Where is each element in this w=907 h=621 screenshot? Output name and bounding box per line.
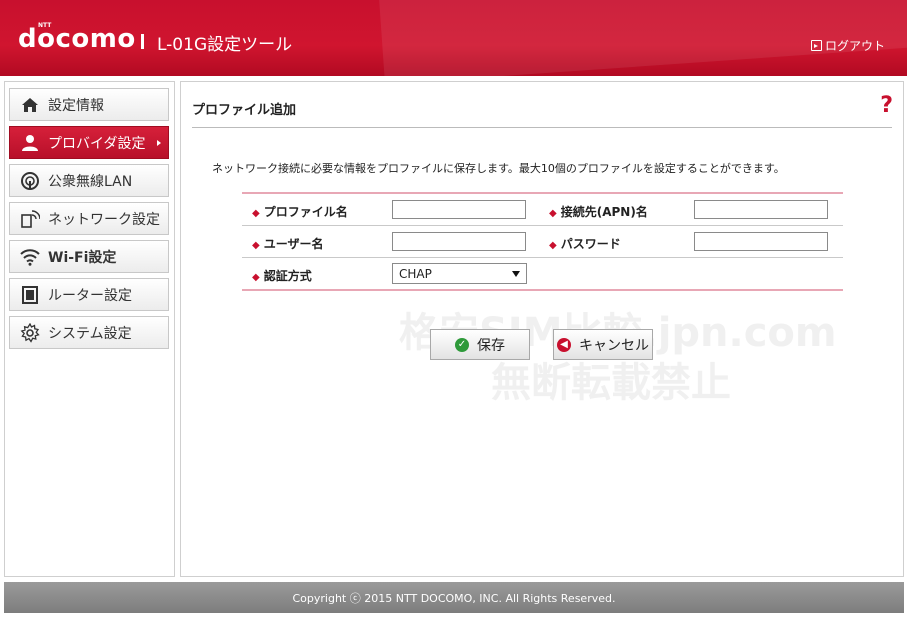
arrow-left-circle-icon: ◀ <box>557 337 571 352</box>
public-wifi-icon <box>20 171 40 191</box>
sidebar-item-label: Wi-Fi設定 <box>48 249 117 266</box>
sidebar: 設定情報 プロバイダ設定 公衆無線LAN ネットワーク設定 Wi-Fi設定 ルー… <box>4 81 175 577</box>
gear-icon <box>20 322 40 343</box>
username-input[interactable] <box>392 232 526 251</box>
sidebar-item-provider[interactable]: プロバイダ設定 <box>9 126 169 159</box>
password-input[interactable] <box>694 232 828 251</box>
network-icon <box>20 209 40 229</box>
sidebar-item-public-wlan[interactable]: 公衆無線LAN <box>9 164 169 197</box>
home-icon <box>20 95 40 115</box>
header-bar: NTT docomo L-01G設定ツール ログアウト <box>0 0 907 76</box>
profile-name-label: ◆ プロファイル名 <box>252 205 348 219</box>
logout-label: ログアウト <box>824 39 885 53</box>
sidebar-item-label: システム設定 <box>48 325 132 342</box>
logout-icon <box>810 40 822 51</box>
apn-label: ◆ 接続先(APN)名 <box>549 205 648 219</box>
page-title: プロファイル追加 <box>192 103 297 118</box>
sidebar-item-label: 設定情報 <box>48 97 104 114</box>
caret-down-icon <box>512 271 520 277</box>
sidebar-item-settings-info[interactable]: 設定情報 <box>9 88 169 121</box>
apn-input[interactable] <box>694 200 828 219</box>
sidebar-item-label: ルーター設定 <box>48 287 132 304</box>
save-button-label: 保存 <box>477 337 505 354</box>
chevron-right-icon <box>157 139 162 146</box>
username-label: ◆ ユーザー名 <box>252 237 324 251</box>
cancel-button-label: キャンセル <box>579 337 649 354</box>
sidebar-item-system[interactable]: システム設定 <box>9 316 169 349</box>
footer: Copyright ⓒ 2015 NTT DOCOMO, INC. All Ri… <box>4 582 904 613</box>
auth-method-label: ◆ 認証方式 <box>252 269 312 283</box>
form-row: ◆ 認証方式 CHAP <box>242 258 843 289</box>
cancel-button[interactable]: ◀ キャンセル <box>553 329 653 360</box>
sidebar-item-label: ネットワーク設定 <box>48 211 160 228</box>
auth-method-select[interactable]: CHAP <box>392 263 527 284</box>
save-button[interactable]: ✓ 保存 <box>430 329 530 360</box>
auth-method-value: CHAP <box>399 266 432 281</box>
form-row: ◆ プロファイル名 ◆ 接続先(APN)名 <box>242 194 843 226</box>
sidebar-item-wifi[interactable]: Wi-Fi設定 <box>9 240 169 273</box>
profile-form: ◆ プロファイル名 ◆ 接続先(APN)名 ◆ ユーザー名 ◆ パスワード ◆ 認証方式 … <box>242 192 843 291</box>
sidebar-item-network[interactable]: ネットワーク設定 <box>9 202 169 235</box>
check-icon: ✓ <box>455 337 469 352</box>
sidebar-item-router[interactable]: ルーター設定 <box>9 278 169 311</box>
page-description: ネットワーク接続に必要な情報をプロファイルに保存します。最大10個のプロファイル… <box>212 162 785 175</box>
wifi-icon <box>20 247 40 267</box>
router-icon <box>20 285 40 305</box>
form-row: ◆ ユーザー名 ◆ パスワード <box>242 226 843 258</box>
docomo-logo: docomo <box>18 24 136 54</box>
title-divider <box>192 127 892 128</box>
logo-separator <box>141 34 144 49</box>
tool-title: L-01G設定ツール <box>157 35 293 55</box>
logout-link[interactable]: ログアウト <box>810 37 885 54</box>
sidebar-item-label: プロバイダ設定 <box>48 135 146 152</box>
password-label: ◆ パスワード <box>549 237 621 251</box>
sidebar-item-label: 公衆無線LAN <box>48 173 133 190</box>
help-icon[interactable]: ? <box>880 93 893 118</box>
user-icon <box>20 133 40 153</box>
profile-name-input[interactable] <box>392 200 526 219</box>
main-panel: プロファイル追加 ? ネットワーク接続に必要な情報をプロファイルに保存します。最… <box>180 81 904 577</box>
copyright-text: Copyright ⓒ 2015 NTT DOCOMO, INC. All Ri… <box>292 591 616 605</box>
